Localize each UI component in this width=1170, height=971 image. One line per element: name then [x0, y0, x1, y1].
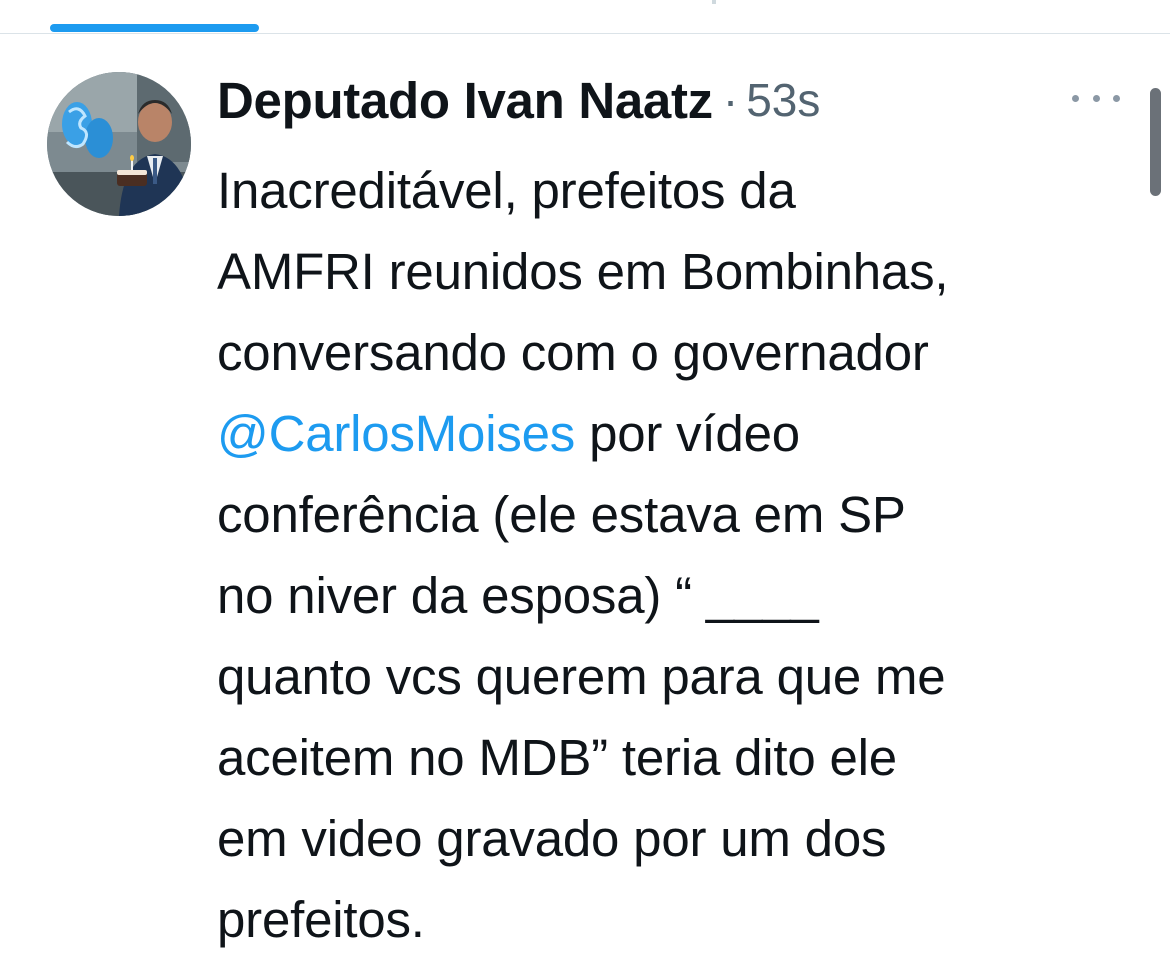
- tweet-text-line: AMFRI reunidos em Bombinhas,: [217, 243, 949, 300]
- profile-photo: [47, 72, 191, 216]
- tweet-text-line: quanto vcs querem para que me: [217, 648, 946, 705]
- tweet-text-line: prefeitos.: [217, 891, 425, 948]
- tweet-text-line: em video gravado por um dos: [217, 810, 887, 867]
- header-divider: [0, 33, 1170, 34]
- tweet-text-line: conversando com o governador: [217, 324, 929, 381]
- scrollbar-thumb[interactable]: [1150, 88, 1161, 196]
- tweet-text: Inacreditável, prefeitos da AMFRI reunid…: [217, 150, 1137, 960]
- tweet-text-line: @CarlosMoises por vídeo: [217, 405, 800, 462]
- active-tab-indicator: [50, 24, 259, 32]
- header-separator: ·: [722, 74, 739, 126]
- tweet-text-line: aceitem no MDB” teria dito ele: [217, 729, 897, 786]
- tweet-timestamp[interactable]: 53s: [746, 73, 820, 127]
- avatar[interactable]: [47, 72, 191, 216]
- tweet-text-line: Inacreditável, prefeitos da: [217, 162, 796, 219]
- tweet-text-line: conferência (ele estava em SP: [217, 486, 906, 543]
- tweet-header: Deputado Ivan Naatz · 53s: [217, 68, 820, 132]
- more-icon[interactable]: [1072, 88, 1120, 108]
- more-dot: [1092, 94, 1100, 102]
- tab-separator: [712, 0, 716, 4]
- mention-link[interactable]: @CarlosMoises: [217, 405, 575, 462]
- more-dot: [1113, 94, 1120, 102]
- author-display-name[interactable]: Deputado Ivan Naatz: [217, 71, 713, 130]
- tweet-text-line: no niver da esposa) “ ____: [217, 567, 819, 624]
- more-dot: [1072, 94, 1079, 102]
